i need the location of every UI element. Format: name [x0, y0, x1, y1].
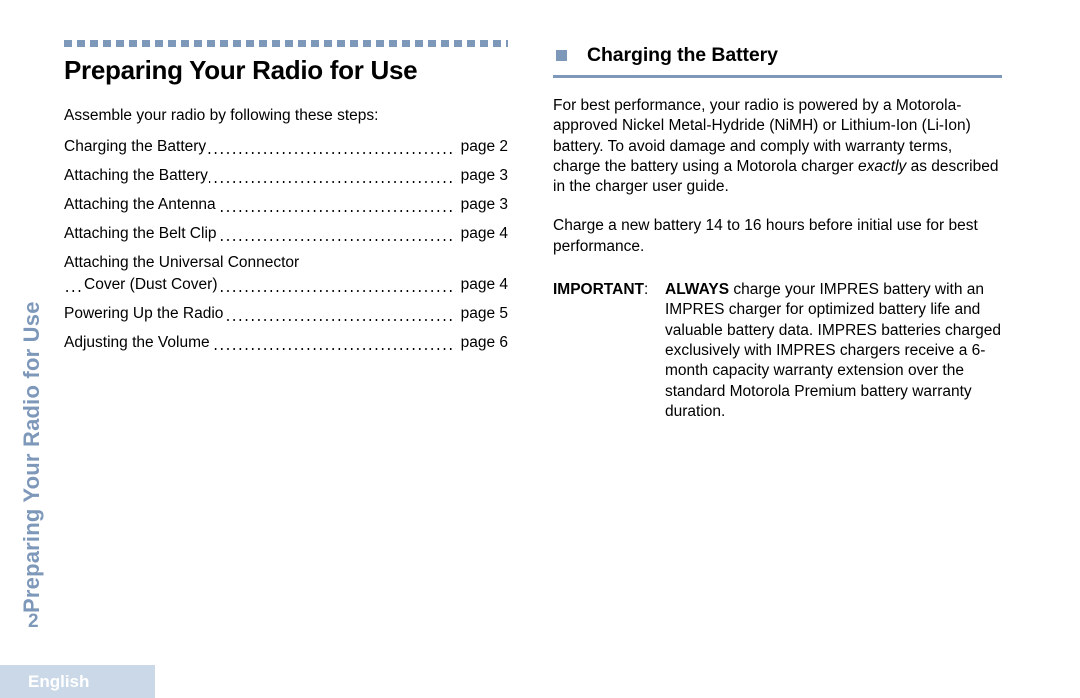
toc-entry-label: Cover (Dust Cover) [84, 276, 219, 294]
section-title: Charging the Battery [587, 43, 778, 66]
toc-entry-page: page 5 [455, 306, 508, 322]
toc-entry[interactable]: Attaching the Universal Connector [64, 254, 508, 273]
toc-entry-page: page 4 [455, 226, 508, 242]
important-note-bold-lead: ALWAYS [665, 281, 730, 299]
table-of-contents: Charging the Battery page 2 Attaching the … [64, 138, 508, 353]
toc-entry-label: Adjusting the Volume [64, 334, 211, 352]
language-label: English [28, 672, 90, 691]
important-note: IMPORTANT: ALWAYS charge your IMPRES bat… [553, 280, 1002, 422]
toc-entry-label: Attaching the Belt Clip [64, 225, 218, 243]
toc-entry-page: page 6 [455, 335, 508, 351]
paragraph-1-emphasis: exactly [858, 157, 907, 175]
toc-entry[interactable]: Cover (Dust Cover) page 4 [64, 276, 508, 295]
toc-entry-page: page 3 [455, 197, 508, 213]
left-column: Preparing Your Radio for Use Assemble yo… [64, 40, 508, 364]
toc-entry-page: page 3 [455, 168, 508, 184]
toc-entry[interactable]: Attaching the Belt Clip page 4 [64, 225, 508, 244]
section-heading: Charging the Battery [553, 40, 1002, 70]
toc-entry[interactable]: Attaching the Antenna page 3 [64, 196, 508, 215]
vertical-chapter-tab: Preparing Your Radio for Use [0, 0, 56, 698]
vertical-chapter-tab-label: Preparing Your Radio for Use [19, 301, 44, 613]
toc-entry[interactable]: Attaching the Battery page 3 [64, 167, 508, 186]
chapter-title: Preparing Your Radio for Use [64, 55, 418, 85]
language-footer-bar: English [0, 665, 155, 698]
toc-entry-page: page 4 [455, 277, 508, 293]
body-paragraph-1: For best performance, your radio is powe… [553, 96, 1002, 197]
toc-entry-label: Powering Up the Radio [64, 305, 225, 323]
important-note-body-text: charge your IMPRES battery with an IMPRE… [665, 281, 1002, 420]
toc-entry[interactable]: Powering Up the Radio page 5 [64, 305, 508, 324]
important-note-label: IMPORTANT: [553, 280, 665, 422]
important-note-body: ALWAYS charge your IMPRES battery with a… [665, 280, 1002, 422]
toc-entry[interactable]: Charging the Battery page 2 [64, 138, 508, 157]
toc-entry-label: Attaching the Universal Connector [64, 254, 301, 272]
body-paragraph-2: Charge a new battery 14 to 16 hours befo… [553, 217, 978, 255]
square-bullet-icon [556, 49, 567, 61]
dashed-decorative-rule [64, 40, 508, 47]
right-column: Charging the Battery For best performanc… [553, 40, 1002, 422]
page-number: 2 [28, 611, 39, 632]
toc-entry-label: Attaching the Antenna [64, 196, 217, 214]
toc-entry-page: page 2 [455, 139, 508, 155]
toc-entry-label: Charging the Battery [64, 138, 208, 156]
important-note-label-text: IMPORTANT [553, 281, 644, 299]
toc-intro-text: Assemble your radio by following these s… [64, 106, 379, 124]
toc-entry-label: Attaching the Battery [64, 167, 209, 185]
section-underline-rule [553, 75, 1002, 78]
toc-entry[interactable]: Adjusting the Volume page 6 [64, 334, 508, 353]
important-note-label-colon: : [643, 281, 649, 299]
